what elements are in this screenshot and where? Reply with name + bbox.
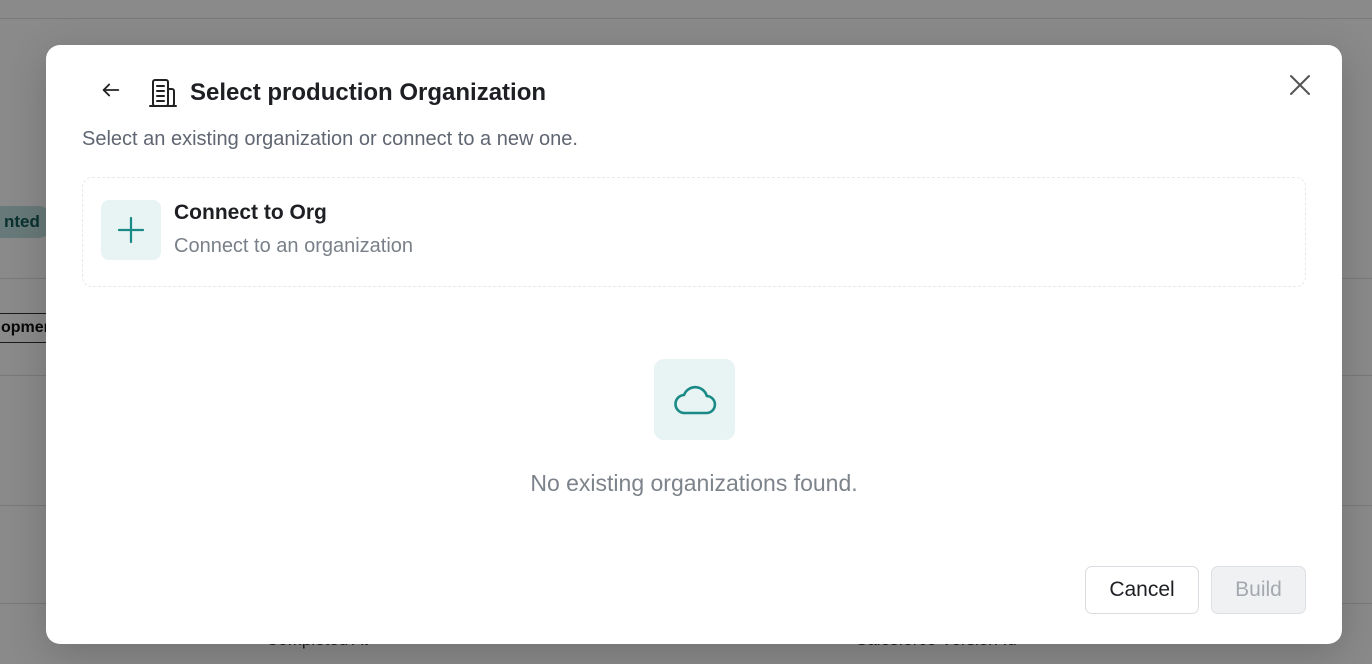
build-button[interactable]: Build	[1211, 566, 1306, 614]
plus-icon	[101, 200, 161, 260]
dialog-subtitle: Select an existing organization or conne…	[82, 128, 578, 150]
cancel-button[interactable]: Cancel	[1085, 566, 1199, 614]
close-button[interactable]	[1286, 73, 1314, 101]
connect-card-title: Connect to Org	[174, 201, 327, 224]
close-icon	[1289, 74, 1311, 101]
cloud-icon	[654, 359, 735, 440]
empty-state-message: No existing organizations found.	[530, 470, 858, 496]
back-button[interactable]	[96, 77, 126, 107]
select-organization-dialog: Select production Organization Select an…	[46, 45, 1342, 644]
dialog-title: Select production Organization	[190, 79, 547, 106]
connect-card-description: Connect to an organization	[174, 235, 414, 257]
arrow-left-icon	[100, 79, 122, 106]
connect-to-org-card[interactable]: Connect to Org Connect to an organizatio…	[82, 177, 1306, 287]
building-icon	[146, 76, 180, 110]
